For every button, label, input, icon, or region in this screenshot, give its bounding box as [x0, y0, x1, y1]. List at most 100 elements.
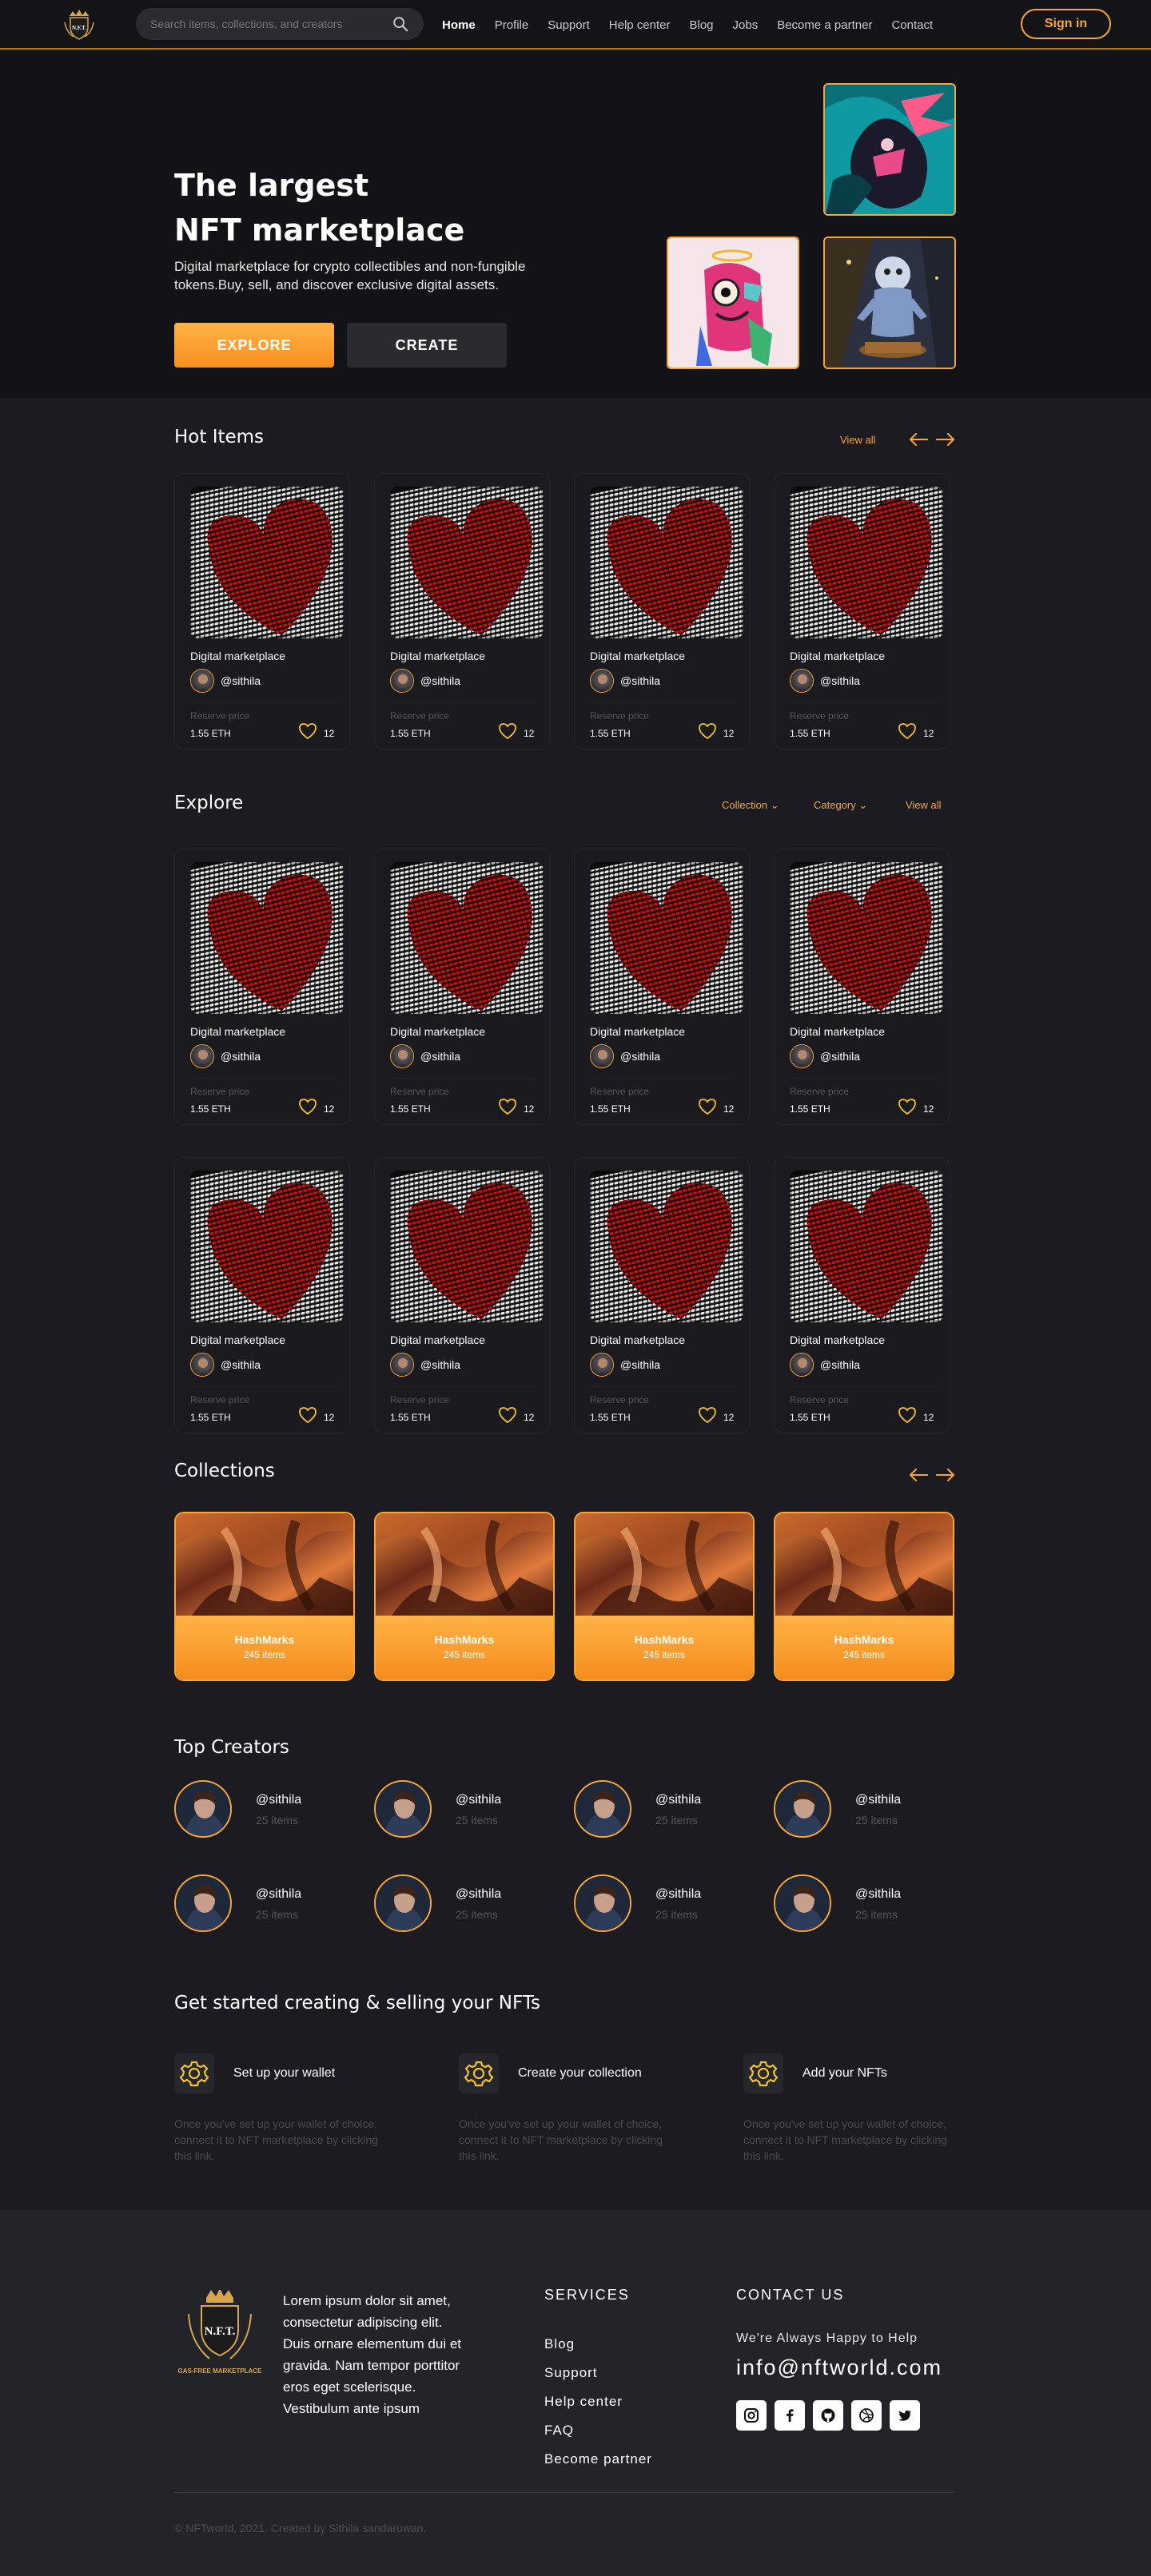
creator-card[interactable]: @sithila 25 items — [374, 1780, 566, 1844]
nav-help-center[interactable]: Help center — [609, 18, 671, 32]
nft-creator-handle[interactable]: @sithila — [820, 1050, 860, 1063]
nft-image[interactable] — [390, 487, 544, 638]
collection-card[interactable]: HashMarks 245 items — [574, 1512, 755, 1681]
nav-become-partner[interactable]: Become a partner — [777, 18, 872, 32]
nft-creator-handle[interactable]: @sithila — [221, 1050, 261, 1063]
nft-image[interactable] — [790, 487, 943, 638]
nft-creator-handle[interactable]: @sithila — [820, 674, 860, 687]
collection-card[interactable]: HashMarks 245 items — [774, 1512, 954, 1681]
nft-card[interactable]: Digital marketplace @sithila Reserve price… — [374, 473, 550, 749]
footer-link-blog[interactable]: Blog — [544, 2330, 652, 2359]
nft-creator-handle[interactable]: @sithila — [820, 1358, 860, 1371]
avatar[interactable] — [190, 1353, 214, 1377]
creator-avatar[interactable] — [174, 1874, 232, 1932]
creator-card[interactable]: @sithila 25 items — [374, 1874, 566, 1938]
creator-card[interactable]: @sithila 25 items — [174, 1780, 366, 1844]
nft-image[interactable] — [390, 1171, 544, 1322]
nft-creator-handle[interactable]: @sithila — [221, 674, 261, 687]
nav-jobs[interactable]: Jobs — [733, 18, 759, 32]
creator-avatar[interactable] — [774, 1780, 831, 1838]
avatar[interactable] — [790, 669, 814, 693]
creator-handle[interactable]: @sithila — [655, 1887, 701, 1902]
creator-card[interactable]: @sithila 25 items — [574, 1874, 766, 1938]
nft-card[interactable]: Digital marketplace @sithila Reserve price… — [374, 1157, 550, 1433]
creator-card[interactable]: @sithila 25 items — [774, 1874, 966, 1938]
nft-creator-handle[interactable]: @sithila — [221, 1358, 261, 1371]
creator-handle[interactable]: @sithila — [855, 1793, 901, 1807]
search-bar[interactable] — [136, 8, 424, 40]
nft-creator-handle[interactable]: @sithila — [620, 674, 660, 687]
creator-avatar[interactable] — [574, 1780, 631, 1838]
creator-handle[interactable]: @sithila — [256, 1793, 301, 1807]
nav-support[interactable]: Support — [548, 18, 590, 32]
sign-in-button[interactable]: Sign in — [1021, 9, 1111, 39]
hot-view-all-link[interactable]: View all — [840, 434, 876, 446]
avatar[interactable] — [790, 1044, 814, 1068]
brand-logo[interactable]: N.F.T. — [58, 3, 101, 46]
dribbble-icon[interactable] — [851, 2400, 882, 2431]
explore-view-all-link[interactable]: View all — [906, 799, 942, 811]
hero-artwork-1[interactable] — [823, 83, 956, 216]
nft-image[interactable] — [190, 862, 344, 1014]
creator-handle[interactable]: @sithila — [855, 1887, 901, 1902]
nft-creator-handle[interactable]: @sithila — [420, 1050, 460, 1063]
nav-profile[interactable]: Profile — [495, 18, 529, 32]
nft-card[interactable]: Digital marketplace @sithila Reserve price… — [174, 473, 350, 749]
creator-handle[interactable]: @sithila — [655, 1793, 701, 1807]
creator-avatar[interactable] — [374, 1874, 432, 1932]
footer-logo[interactable]: N.F.T. GAS-FREE MARKETPLACE — [174, 2288, 265, 2379]
explore-button[interactable]: EXPLORE — [174, 323, 334, 368]
nft-card[interactable]: Digital marketplace @sithila Reserve price… — [374, 849, 550, 1125]
heart-icon[interactable] — [298, 1098, 317, 1115]
heart-icon[interactable] — [298, 722, 317, 740]
arrow-right-icon[interactable] — [935, 431, 956, 447]
avatar[interactable] — [790, 1353, 814, 1377]
nft-card[interactable]: Digital marketplace @sithila Reserve price… — [774, 849, 950, 1125]
nft-image[interactable] — [190, 487, 344, 638]
avatar[interactable] — [590, 1044, 614, 1068]
avatar[interactable] — [390, 1044, 414, 1068]
collection-card[interactable]: HashMarks 245 items — [374, 1512, 555, 1681]
heart-icon[interactable] — [898, 1406, 917, 1424]
nft-creator-handle[interactable]: @sithila — [420, 1358, 460, 1371]
footer-link-support[interactable]: Support — [544, 2359, 652, 2387]
nft-card[interactable]: Digital marketplace @sithila Reserve price… — [774, 473, 950, 749]
nft-image[interactable] — [590, 487, 743, 638]
heart-icon[interactable] — [698, 1098, 717, 1115]
heart-icon[interactable] — [898, 722, 917, 740]
search-input[interactable] — [150, 18, 392, 30]
nft-image[interactable] — [590, 1171, 743, 1322]
nft-card[interactable]: Digital marketplace @sithila Reserve price… — [174, 849, 350, 1125]
arrow-right-icon[interactable] — [935, 1467, 956, 1483]
contact-email[interactable]: info@nftworld.com — [736, 2355, 942, 2380]
collection-filter[interactable]: Collection ⌄ — [722, 799, 779, 812]
hero-artwork-2[interactable] — [667, 237, 799, 369]
arrow-left-icon[interactable] — [908, 431, 929, 447]
instagram-icon[interactable] — [736, 2400, 767, 2431]
nav-home[interactable]: Home — [442, 18, 476, 32]
avatar[interactable] — [590, 669, 614, 693]
creator-card[interactable]: @sithila 25 items — [174, 1874, 366, 1938]
creator-card[interactable]: @sithila 25 items — [774, 1780, 966, 1844]
creator-avatar[interactable] — [774, 1874, 831, 1932]
search-icon[interactable] — [392, 15, 409, 33]
nft-image[interactable] — [590, 862, 743, 1014]
creator-handle[interactable]: @sithila — [456, 1887, 501, 1902]
twitter-icon[interactable] — [890, 2400, 920, 2431]
collection-card[interactable]: HashMarks 245 items — [174, 1512, 355, 1681]
arrow-left-icon[interactable] — [908, 1467, 929, 1483]
heart-icon[interactable] — [698, 722, 717, 740]
avatar[interactable] — [390, 1353, 414, 1377]
github-icon[interactable] — [813, 2400, 843, 2431]
heart-icon[interactable] — [698, 1406, 717, 1424]
nav-contact[interactable]: Contact — [891, 18, 933, 32]
nft-creator-handle[interactable]: @sithila — [420, 674, 460, 687]
nft-image[interactable] — [790, 862, 943, 1014]
creator-avatar[interactable] — [374, 1780, 432, 1838]
avatar[interactable] — [190, 1044, 214, 1068]
nft-creator-handle[interactable]: @sithila — [620, 1358, 660, 1371]
footer-link-become-partner[interactable]: Become partner — [544, 2445, 652, 2474]
nft-card[interactable]: Digital marketplace @sithila Reserve price… — [174, 1157, 350, 1433]
heart-icon[interactable] — [898, 1098, 917, 1115]
nft-card[interactable]: Digital marketplace @sithila Reserve price… — [574, 1157, 750, 1433]
